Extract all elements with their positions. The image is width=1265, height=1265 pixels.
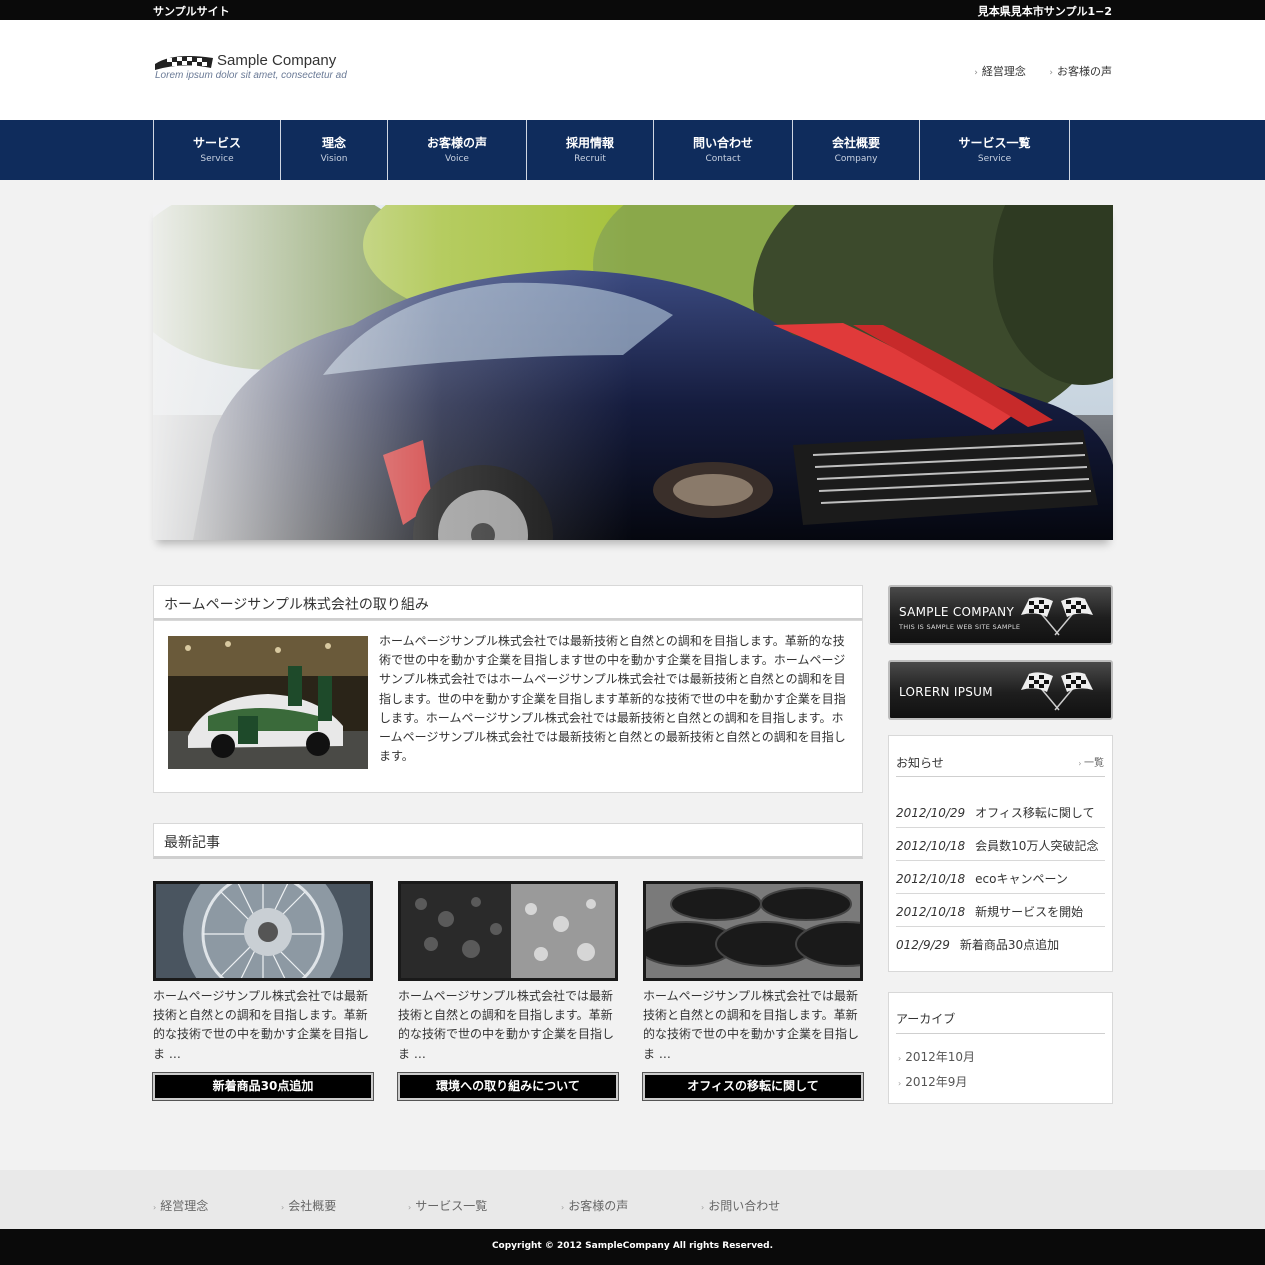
latest-title: 最新記事 — [153, 823, 863, 859]
chevron-right-icon: › — [281, 1203, 285, 1212]
news-item[interactable]: 2012/10/18 会員数10万人突破記念 — [896, 828, 1105, 861]
nav-item-service[interactable]: サービス Service — [154, 120, 281, 180]
nav-item-company[interactable]: 会社概要 Company — [793, 120, 920, 180]
archive-box: アーカイブ › 2012年10月 › 2012年9月 — [888, 992, 1113, 1104]
intro-box: ホームページサンプル株式会社では最新技術と自然との調和を目指します。革新的な技術… — [153, 620, 863, 793]
header-link-voice[interactable]: › お客様の声 — [1049, 65, 1112, 78]
article-button[interactable]: 新着商品30点追加 — [152, 1072, 374, 1101]
nav-item-service-list[interactable]: サービス一覧 Service — [920, 120, 1070, 180]
intro-text: ホームページサンプル株式会社では最新技術と自然との調和を目指します。革新的な技術… — [379, 634, 846, 764]
footer-link-service-list[interactable]: › サービス一覧 — [408, 1197, 487, 1214]
footer-link-contact[interactable]: › お問い合わせ — [701, 1197, 780, 1214]
chevron-right-icon: › — [974, 68, 978, 78]
chevron-right-icon: › — [898, 1054, 902, 1063]
banner-lorem-ipsum[interactable]: LORERN IPSUM — [888, 660, 1113, 720]
news-item[interactable]: 2012/10/18 ecoキャンペーン — [896, 861, 1105, 894]
banner-sample-company[interactable]: SAMPLE COMPANY THIS IS SAMPLE WEB SITE S… — [888, 585, 1113, 645]
news-more-link[interactable]: › 一覧 — [1078, 754, 1104, 769]
nav-item-recruit[interactable]: 採用情報 Recruit — [527, 120, 654, 180]
chevron-right-icon: › — [153, 1203, 157, 1212]
footer-link-voice[interactable]: › お客様の声 — [561, 1197, 628, 1214]
header-links: › 経営理念 › お客様の声 — [954, 63, 1112, 79]
racing-flags-icon — [1021, 597, 1093, 636]
chevron-right-icon: › — [1049, 68, 1053, 78]
wheel-image[interactable] — [153, 881, 373, 981]
article-card: ホームページサンプル株式会社では最新技術と自然との調和を目指します。革新的な技術… — [397, 881, 619, 1101]
header: Sample Company Lorem ipsum dolor sit ame… — [0, 20, 1265, 120]
hero-image — [153, 205, 1113, 540]
pit-stop-image — [168, 636, 368, 769]
chevron-right-icon: › — [701, 1203, 705, 1212]
article-card: ホームページサンプル株式会社では最新技術と自然との調和を目指します。革新的な技術… — [642, 881, 864, 1101]
nav-item-vision[interactable]: 理念 Vision — [281, 120, 388, 180]
address: 見本県見本市サンプル1−2 — [977, 5, 1112, 18]
water-drops-image[interactable] — [398, 881, 618, 981]
archive-title: アーカイブ — [896, 1012, 956, 1026]
logo-name: Sample Company — [217, 52, 337, 69]
article-text: ホームページサンプル株式会社では最新技術と自然との調和を目指します。革新的な技術… — [643, 989, 860, 1061]
banner-title: SAMPLE COMPANY — [899, 605, 1015, 619]
banner-title: LORERN IPSUM — [899, 685, 993, 699]
article-card: ホームページサンプル株式会社では最新技術と自然との調和を目指します。革新的な技術… — [152, 881, 374, 1101]
nav-item-contact[interactable]: 問い合わせ Contact — [654, 120, 793, 180]
chevron-right-icon: › — [898, 1079, 902, 1088]
news-item[interactable]: 2012/10/18 新規サービスを開始 — [896, 894, 1105, 927]
logo-tagline: Lorem ipsum dolor sit amet, consectetur … — [155, 70, 347, 81]
news-item[interactable]: 012/9/29 新着商品30点追加 — [896, 927, 1105, 960]
tires-image[interactable] — [643, 881, 863, 981]
nav-item-voice[interactable]: お客様の声 Voice — [388, 120, 527, 180]
news-title: お知らせ — [896, 756, 944, 770]
archive-item[interactable]: › 2012年9月 — [898, 1073, 967, 1090]
copyright: Copyright © 2012 SampleCompany All right… — [0, 1229, 1265, 1265]
news-item[interactable]: 2012/10/29 オフィス移転に関して — [896, 795, 1105, 828]
header-link-philosophy[interactable]: › 経営理念 — [974, 65, 1026, 78]
checkered-flag-logo-icon — [155, 56, 213, 70]
footer: › 経営理念 › 会社概要 › サービス一覧 › お客様の声 › お問い合わせ — [0, 1170, 1265, 1229]
chevron-right-icon: › — [561, 1203, 565, 1212]
intro-title: ホームページサンプル株式会社の取り組み — [153, 585, 863, 621]
global-nav: サービス Service 理念 Vision お客様の声 Voice 採用情報 Recr… — [0, 120, 1265, 180]
divider — [896, 776, 1105, 777]
archive-item[interactable]: › 2012年10月 — [898, 1048, 975, 1065]
racing-flags-icon — [1021, 672, 1093, 711]
banner-subtitle: THIS IS SAMPLE WEB SITE SAMPLE — [899, 623, 1021, 631]
divider — [896, 1033, 1105, 1034]
logo[interactable]: Sample Company Lorem ipsum dolor sit ame… — [153, 50, 353, 90]
article-button[interactable]: 環境への取り組みについて — [397, 1072, 619, 1101]
news-box: お知らせ › 一覧 2012/10/29 オフィス移転に関して 2012/10/1… — [888, 735, 1113, 972]
footer-link-philosophy[interactable]: › 経営理念 — [153, 1197, 208, 1214]
top-bar: サンプルサイト 見本県見本市サンプル1−2 — [0, 0, 1265, 20]
article-text: ホームページサンプル株式会社では最新技術と自然との調和を目指します。革新的な技術… — [153, 989, 370, 1061]
footer-link-company[interactable]: › 会社概要 — [281, 1197, 336, 1214]
site-name: サンプルサイト — [153, 5, 230, 18]
article-text: ホームページサンプル株式会社では最新技術と自然との調和を目指します。革新的な技術… — [398, 989, 615, 1061]
article-button[interactable]: オフィスの移転に関して — [642, 1072, 864, 1101]
chevron-right-icon: › — [408, 1203, 412, 1212]
